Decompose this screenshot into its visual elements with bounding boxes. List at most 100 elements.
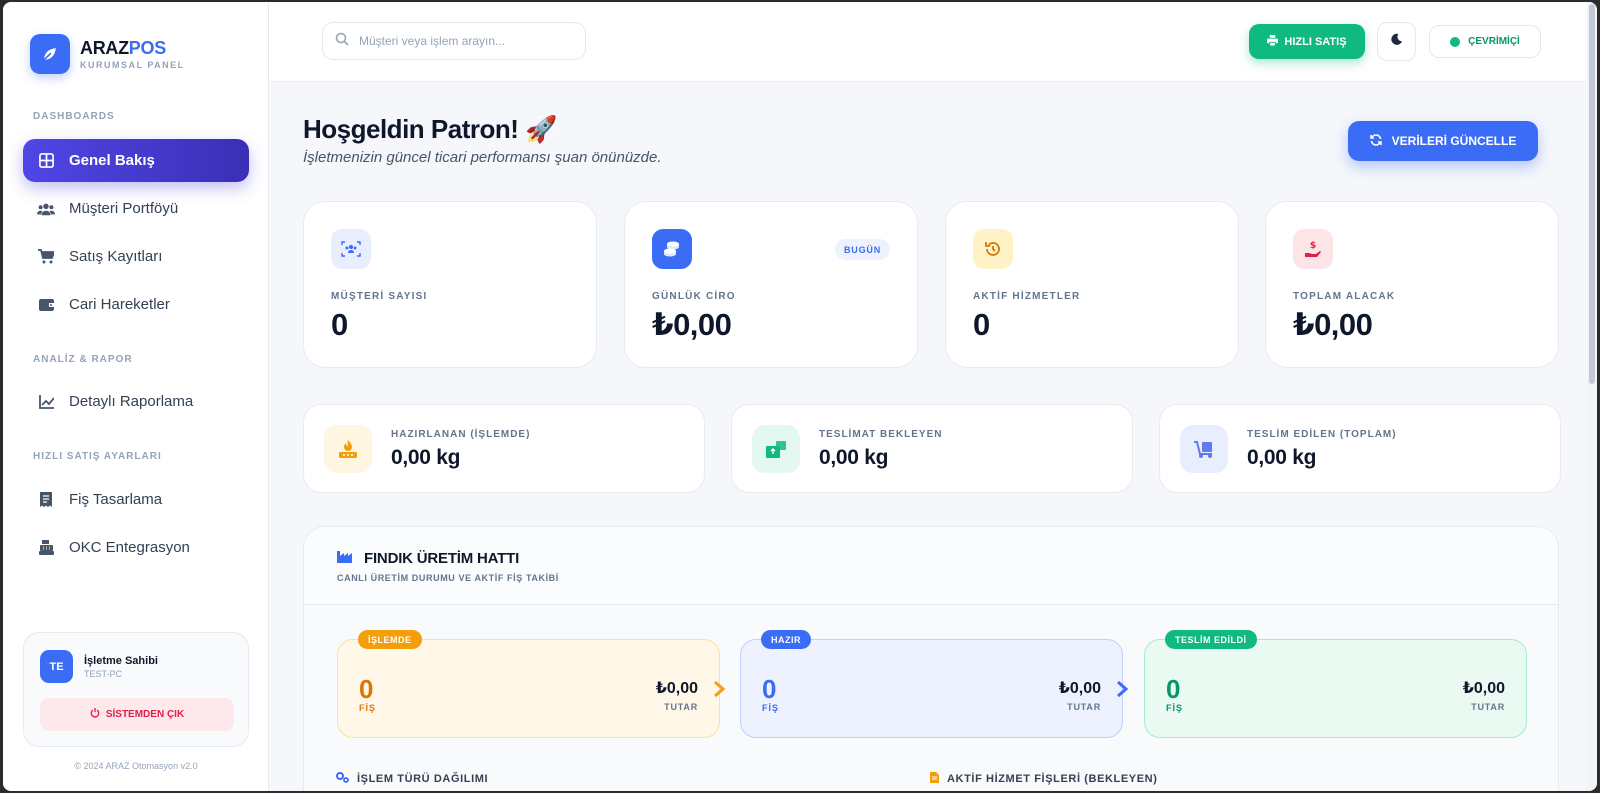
weight-card-delivered-total: TESLİM EDİLEN (TOPLAM) 0,00 kg bbox=[1159, 404, 1561, 493]
leaf-logo-icon bbox=[30, 34, 70, 74]
stat-label: GÜNLÜK CİRO bbox=[652, 291, 736, 302]
refresh-label: VERİLERİ GÜNCELLE bbox=[1391, 134, 1517, 148]
stat-label: AKTİF HİZMETLER bbox=[973, 291, 1081, 302]
stage-unit: FİŞ bbox=[1166, 703, 1184, 713]
sidebar-item-label: Cari Hareketler bbox=[69, 296, 170, 313]
svg-text:$: $ bbox=[1310, 241, 1316, 251]
receipt-icon bbox=[37, 491, 55, 509]
power-icon bbox=[90, 708, 100, 721]
stage-badge: HAZIR bbox=[761, 630, 811, 649]
status-label: ÇEVRİMİÇİ bbox=[1468, 36, 1520, 47]
stat-label: TOPLAM ALACAK bbox=[1293, 291, 1396, 302]
sidebar-item-musteri-portfoyu[interactable]: Müşteri Portföyü bbox=[23, 187, 249, 230]
stage-card-ready[interactable]: HAZIR 0 FİŞ ₺0,00 TUTAR bbox=[740, 630, 1129, 738]
sidebar-item-detayli-raporlama[interactable]: Detaylı Raporlama bbox=[23, 380, 249, 423]
file-icon bbox=[930, 772, 939, 786]
refresh-data-button[interactable]: VERİLERİ GÜNCELLE bbox=[1348, 121, 1538, 161]
sidebar-item-label: Fiş Tasarlama bbox=[69, 491, 163, 508]
users-icon bbox=[331, 229, 371, 269]
app-window: ARAZPOS KURUMSAL PANEL DASHBOARDS Genel … bbox=[3, 2, 1597, 791]
weight-card-awaiting-delivery: TESLİMAT BEKLEYEN 0,00 kg bbox=[731, 404, 1133, 493]
status-dot bbox=[1450, 36, 1461, 47]
user-pc-name: TEST-PC bbox=[84, 669, 123, 679]
stage-card-processing[interactable]: İŞLEMDE 0 FİŞ ₺0,00 TUTAR bbox=[337, 630, 726, 738]
section-heading-label: İŞLEM TÜRÜ DAĞILIMI bbox=[357, 773, 489, 785]
quick-sale-label: HIZLI SATIŞ bbox=[1284, 35, 1347, 48]
stat-value: 0 bbox=[973, 307, 990, 342]
stage-total-label: TUTAR bbox=[1067, 702, 1101, 712]
stat-value: 0 bbox=[331, 307, 348, 342]
sidebar-item-label: OKC Entegrasyon bbox=[69, 539, 190, 556]
section-heading-transaction-types: İŞLEM TÜRÜ DAĞILIMI bbox=[336, 772, 488, 786]
logout-button[interactable]: SİSTEMDEN ÇIK bbox=[40, 698, 234, 731]
search-input[interactable] bbox=[359, 34, 569, 48]
stage-amount: ₺0,00 bbox=[1462, 680, 1505, 697]
production-title: FINDIK ÜRETİM HATTI bbox=[364, 549, 520, 567]
section-heading-label: AKTİF HİZMET FİŞLERİ (BEKLEYEN) bbox=[947, 773, 1158, 785]
copyright: © 2024 ARAZ Otomasyon v2.0 bbox=[74, 761, 198, 771]
weight-value: 0,00 kg bbox=[819, 446, 889, 469]
stage-amount: ₺0,00 bbox=[1058, 680, 1101, 697]
logout-label: SİSTEMDEN ÇIK bbox=[105, 709, 185, 720]
user-name: İşletme Sahibi bbox=[84, 655, 158, 667]
history-icon bbox=[973, 229, 1013, 269]
cogs-icon bbox=[336, 772, 349, 786]
weight-value: 0,00 kg bbox=[391, 446, 461, 469]
stage-count: 0 bbox=[359, 674, 374, 704]
sidebar-item-okc-entegrasyon[interactable]: OKC Entegrasyon bbox=[23, 526, 249, 569]
scrollbar[interactable] bbox=[1587, 2, 1597, 791]
grid-icon bbox=[37, 152, 55, 170]
stage-amount: ₺0,00 bbox=[655, 680, 698, 697]
chevron-right-icon bbox=[714, 680, 726, 698]
weight-label: TESLİM EDİLEN (TOPLAM) bbox=[1247, 429, 1397, 440]
stat-value: ₺0,00 bbox=[652, 307, 732, 342]
today-badge: BUGÜN bbox=[835, 239, 890, 260]
avatar[interactable]: TE bbox=[40, 650, 73, 683]
nav-section-hizli-satis: HIZLI SATIŞ AYARLARI bbox=[33, 451, 162, 462]
weight-value: 0,00 kg bbox=[1247, 446, 1317, 469]
factory-icon bbox=[337, 549, 354, 567]
stat-card-customers: MÜŞTERİ SAYISI 0 bbox=[303, 201, 597, 368]
fire-icon bbox=[324, 425, 372, 473]
topbar: HIZLI SATIŞ ÇEVRİMİÇİ bbox=[269, 2, 1597, 82]
brand-name: ARAZPOS bbox=[80, 38, 166, 58]
section-heading-active-service-receipts: AKTİF HİZMET FİŞLERİ (BEKLEYEN) bbox=[930, 772, 1157, 786]
weight-label: HAZIRLANAN (İŞLEMDE) bbox=[391, 429, 531, 440]
chart-line-icon bbox=[37, 393, 55, 411]
stage-card-delivered[interactable]: TESLİM EDİLDİ 0 FİŞ ₺0,00 TUTAR bbox=[1144, 630, 1527, 738]
sidebar-item-fis-tasarlama[interactable]: Fiş Tasarlama bbox=[23, 478, 249, 521]
brand[interactable]: ARAZPOS KURUMSAL PANEL bbox=[30, 34, 185, 74]
page-title: Hoşgeldin Patron! 🚀 bbox=[303, 114, 558, 144]
search-icon bbox=[335, 32, 349, 51]
stat-value: ₺0,00 bbox=[1293, 307, 1373, 342]
sidebar-item-label: Müşteri Portföyü bbox=[69, 200, 179, 217]
cart-icon bbox=[37, 248, 55, 266]
stat-card-daily-revenue: BUGÜN GÜNLÜK CİRO ₺0,00 bbox=[624, 201, 918, 368]
stage-total-label: TUTAR bbox=[1471, 702, 1505, 712]
hand-money-icon: $ bbox=[1293, 229, 1333, 269]
stage-badge: İŞLEMDE bbox=[358, 630, 422, 649]
theme-toggle-button[interactable] bbox=[1377, 22, 1416, 61]
sidebar-item-label: Genel Bakış bbox=[69, 152, 155, 169]
production-line-panel: FINDIK ÜRETİM HATTI CANLI ÜRETİM DURUMU … bbox=[303, 526, 1559, 791]
weight-label: TESLİMAT BEKLEYEN bbox=[819, 429, 943, 440]
moon-icon bbox=[1390, 33, 1403, 51]
sidebar-item-cari-hareketler[interactable]: Cari Hareketler bbox=[23, 283, 249, 326]
sidebar-item-genel-bakis[interactable]: Genel Bakış bbox=[23, 139, 249, 182]
sidebar-item-label: Satış Kayıtları bbox=[69, 248, 163, 265]
stat-card-total-receivable: $ TOPLAM ALACAK ₺0,00 bbox=[1265, 201, 1559, 368]
stage-count: 0 bbox=[1166, 674, 1181, 704]
production-subtitle: CANLI ÜRETİM DURUMU VE AKTİF FİŞ TAKİBİ bbox=[337, 573, 559, 583]
nav-section-analiz: ANALİZ & RAPOR bbox=[33, 354, 133, 365]
printer-icon bbox=[1267, 34, 1279, 49]
wallet-icon bbox=[37, 296, 55, 314]
stage-unit: FİŞ bbox=[359, 703, 377, 713]
boxes-icon bbox=[752, 425, 800, 473]
search-box[interactable] bbox=[322, 22, 586, 60]
weight-card-processing: HAZIRLANAN (İŞLEMDE) 0,00 kg bbox=[303, 404, 705, 493]
quick-sale-button[interactable]: HIZLI SATIŞ bbox=[1249, 24, 1365, 59]
scrollbar-thumb[interactable] bbox=[1589, 4, 1595, 384]
sidebar-item-satis-kayitlari[interactable]: Satış Kayıtları bbox=[23, 235, 249, 278]
user-card: TE İşletme Sahibi TEST-PC SİSTEMDEN ÇIK bbox=[23, 632, 249, 747]
truck-icon bbox=[1180, 425, 1228, 473]
